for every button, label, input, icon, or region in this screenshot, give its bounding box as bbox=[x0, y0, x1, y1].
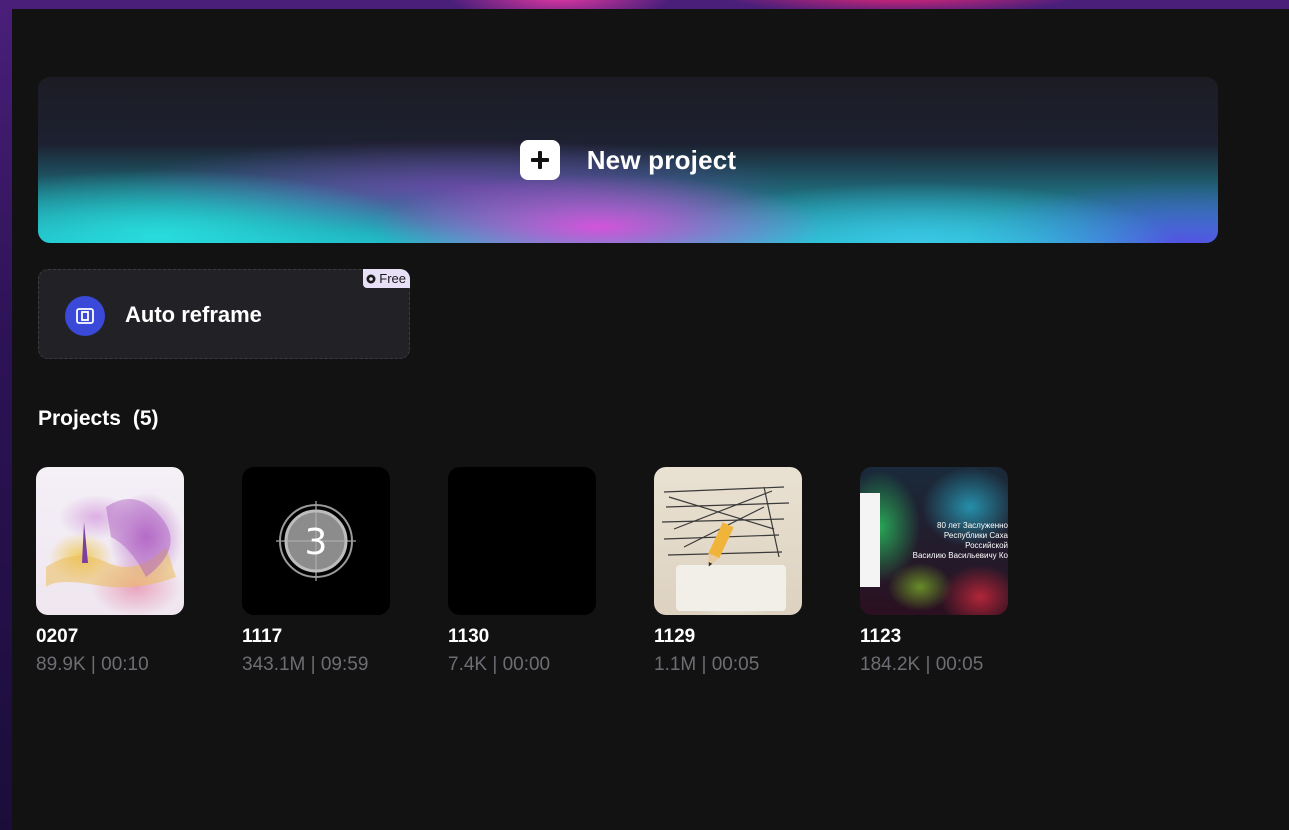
project-thumbnail: 80 лет Заслуженно Республики Саха Россий… bbox=[860, 467, 1008, 615]
projects-grid: 0207 89.9K | 00:10 3 1117 343.1M | 09:59… bbox=[36, 467, 1008, 676]
project-meta: 184.2K | 00:05 bbox=[860, 654, 984, 675]
home-panel: New project Auto reframe Free Projects (5… bbox=[12, 9, 1289, 830]
caption-line: 80 лет Заслуженно bbox=[937, 521, 1008, 530]
project-card-1117[interactable]: 3 1117 343.1M | 09:59 bbox=[242, 467, 390, 676]
project-card-1123[interactable]: 80 лет Заслуженно Республики Саха Россий… bbox=[860, 467, 1008, 676]
auto-reframe-button[interactable]: Auto reframe Free bbox=[38, 269, 410, 359]
project-card-0207[interactable]: 0207 89.9K | 00:10 bbox=[36, 467, 184, 676]
thumbnail-caption: 80 лет Заслуженно Республики Саха Россий… bbox=[884, 521, 1008, 561]
projects-title: Projects bbox=[38, 407, 121, 430]
project-name: 1117 bbox=[242, 626, 283, 647]
project-card-1129[interactable]: 1129 1.1M | 00:05 bbox=[654, 467, 802, 676]
project-thumbnail: 3 bbox=[242, 467, 390, 615]
projects-heading: Projects (5) bbox=[38, 407, 159, 431]
project-meta: 7.4K | 00:00 bbox=[448, 654, 551, 675]
project-thumbnail bbox=[36, 467, 184, 615]
project-name: 1130 bbox=[448, 626, 490, 647]
new-project-button[interactable]: New project bbox=[38, 77, 1218, 243]
projects-count: (5) bbox=[132, 407, 159, 430]
free-badge: Free bbox=[363, 269, 410, 288]
reframe-icon bbox=[65, 296, 105, 336]
caption-line: Республики Саха bbox=[943, 531, 1008, 540]
project-thumbnail bbox=[448, 467, 596, 615]
new-project-label: New project bbox=[586, 144, 737, 175]
caption-line: Российской bbox=[965, 541, 1008, 550]
watercolor-art bbox=[46, 499, 176, 588]
project-name: 1129 bbox=[654, 626, 696, 647]
project-name: 0207 bbox=[36, 626, 79, 647]
countdown-number: 3 bbox=[305, 522, 328, 563]
app-window: New project Auto reframe Free Projects (5… bbox=[0, 0, 1289, 830]
project-meta: 1.1M | 00:05 bbox=[654, 654, 760, 675]
auto-reframe-label: Auto reframe bbox=[125, 302, 262, 327]
project-meta: 89.9K | 00:10 bbox=[36, 654, 149, 675]
free-badge-label: Free bbox=[379, 271, 406, 286]
paper-pencil-art bbox=[661, 486, 790, 611]
new-project-content: New project bbox=[38, 77, 1218, 243]
project-name: 1123 bbox=[860, 626, 902, 647]
caption-line: Василию Васильевичу Ко bbox=[912, 551, 1008, 560]
plus-icon bbox=[519, 140, 560, 180]
project-card-1130[interactable]: 1130 7.4K | 00:00 bbox=[448, 467, 596, 676]
project-meta: 343.1M | 09:59 bbox=[242, 654, 369, 675]
countdown-reel-icon: 3 bbox=[276, 501, 356, 581]
poster-strip bbox=[860, 493, 880, 587]
free-badge-icon bbox=[366, 274, 376, 283]
project-thumbnail bbox=[654, 467, 802, 615]
